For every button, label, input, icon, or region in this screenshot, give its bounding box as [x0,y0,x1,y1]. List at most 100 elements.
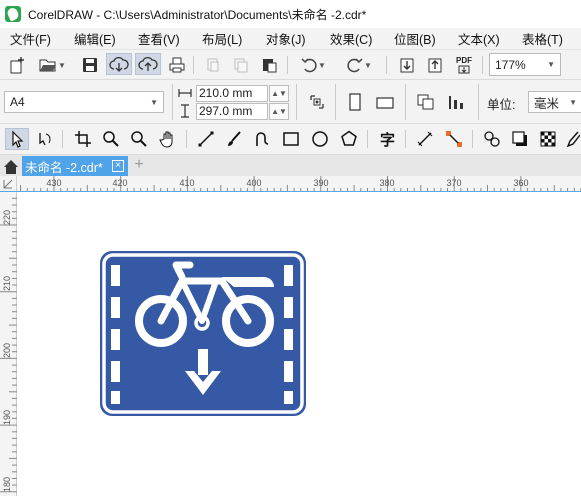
property-bar: A4 ▼ 210.0 mm ▲▼ 297.0 mm ▲▼ 单位: 毫米 ▼ [0,80,581,124]
menu-effects[interactable]: 效果(C) [320,29,384,48]
transparency-tool[interactable] [537,128,559,150]
save-button[interactable] [79,54,101,76]
page-align-button[interactable] [444,91,470,113]
dimension-icon [417,131,433,147]
artistic-media-tool[interactable] [223,128,245,150]
pan-tool[interactable] [157,128,179,150]
coreldraw-window: CorelDRAW - C:\Users\Administrator\Docum… [0,0,581,496]
tab-document[interactable]: 未命名 -2.cdr* × [22,156,128,176]
cloud-download-button[interactable] [106,53,132,75]
dimension-tool[interactable] [414,128,436,150]
page-layout-button[interactable] [414,91,438,113]
publish-pdf-button[interactable]: PDF [452,54,476,76]
polygon-tool[interactable] [338,128,360,150]
bicycle-lane-sign[interactable] [98,249,308,418]
ruler-label: 400 [246,178,262,188]
page-height-field[interactable]: 297.0 mm [196,103,268,120]
zoom-out-tool[interactable] [128,128,150,150]
menu-file[interactable]: 文件(F) [0,29,64,48]
unit-select[interactable]: 毫米 ▼ [528,91,581,113]
brush-icon [228,131,241,146]
toolbox: 字 [0,124,581,155]
blend-tool[interactable] [481,128,503,150]
vertical-ruler[interactable]: 220 210 200 190 180 [0,192,17,496]
export-button[interactable] [424,54,446,76]
ruler-origin-corner[interactable] [0,176,17,192]
coreldraw-logo-icon [5,6,21,22]
toolbar-separator [478,84,479,120]
undo-button[interactable]: ▼ [296,54,330,76]
paste-button[interactable] [258,54,280,76]
bar-align-icon [449,96,463,109]
menu-table[interactable]: 表格(T) [512,29,576,48]
all-pages-button[interactable] [305,91,329,113]
menu-view[interactable]: 查看(V) [128,29,192,48]
bezier-tool[interactable] [251,128,273,150]
page-height-stepper[interactable]: ▲▼ [269,103,289,120]
copy-button[interactable] [230,54,252,76]
line-tool-icon [198,131,214,147]
pick-tool[interactable] [5,128,29,150]
ruler-label: 370 [446,178,462,188]
chevron-down-icon: ▼ [547,60,555,69]
rectangle-tool[interactable] [280,128,302,150]
menu-edit[interactable]: 编辑(E) [64,29,128,48]
connector-tool[interactable] [443,128,465,150]
crop-tool[interactable] [72,128,94,150]
hand-icon [159,131,173,148]
eyedropper-tool[interactable] [565,128,581,150]
portrait-button[interactable] [343,91,367,113]
cloud-upload-button[interactable] [135,53,161,75]
ruler-origin-icon [3,179,13,189]
paste-icon [263,59,277,73]
toolbar-separator [386,56,387,74]
zoom-tool[interactable] [100,128,122,150]
landscape-button[interactable] [372,91,398,113]
import-button[interactable] [396,54,418,76]
close-tab-icon[interactable]: × [112,160,124,172]
toolbar-separator [287,56,288,74]
new-tab-button[interactable]: + [131,156,147,175]
menu-bitmaps[interactable]: 位图(B) [384,29,448,48]
ellipse-tool[interactable] [309,128,331,150]
shape-node-icon [39,133,51,146]
welcome-tab[interactable] [0,157,22,176]
new-document-button[interactable] [6,54,28,76]
redo-button[interactable]: ▼ [342,54,376,76]
window-title: CorelDRAW - C:\Users\Administrator\Docum… [28,7,367,22]
text-tool-icon: 字 [380,131,395,148]
horizontal-ruler[interactable]: 430 420 410 400 390 380 370 360 [17,176,581,192]
shape-tool[interactable] [34,128,56,150]
ruler-label: 430 [46,178,62,188]
pdf-arrow-icon [458,65,470,74]
print-icon [169,57,185,73]
page-width-field[interactable]: 210.0 mm [196,85,268,102]
text-tool[interactable]: 字 [377,128,399,150]
cut-button[interactable] [202,54,224,76]
toolbar-separator [62,130,63,148]
ruler-label: 410 [179,178,195,188]
page-size-select[interactable]: A4 ▼ [4,91,164,113]
ruler-label: 390 [313,178,329,188]
menu-layout[interactable]: 布局(L) [192,29,256,48]
zoom-level-select[interactable]: 177% ▼ [489,53,561,76]
zoom-out-icon [131,131,147,147]
document-tab-bar: 未命名 -2.cdr* × + [0,155,581,176]
menu-text[interactable]: 文本(X) [448,29,512,48]
new-document-icon [10,57,24,74]
rectangle-icon [283,132,299,146]
stepper-arrows-icon: ▲▼ [271,89,287,98]
toolbar-separator [172,84,173,120]
print-button[interactable] [166,54,188,76]
page-width-stepper[interactable]: ▲▼ [269,85,289,102]
drawing-canvas[interactable] [17,192,581,496]
multi-page-icon [417,94,434,110]
zoom-in-icon [103,131,119,147]
toolbar-separator [193,56,194,74]
stepper-arrows-icon: ▲▼ [271,107,287,116]
menu-object[interactable]: 对象(J) [256,29,320,48]
blend-icon [484,131,500,147]
open-button[interactable]: ▼ [34,54,70,76]
freehand-tool[interactable] [195,128,217,150]
drop-shadow-tool[interactable] [509,128,531,150]
